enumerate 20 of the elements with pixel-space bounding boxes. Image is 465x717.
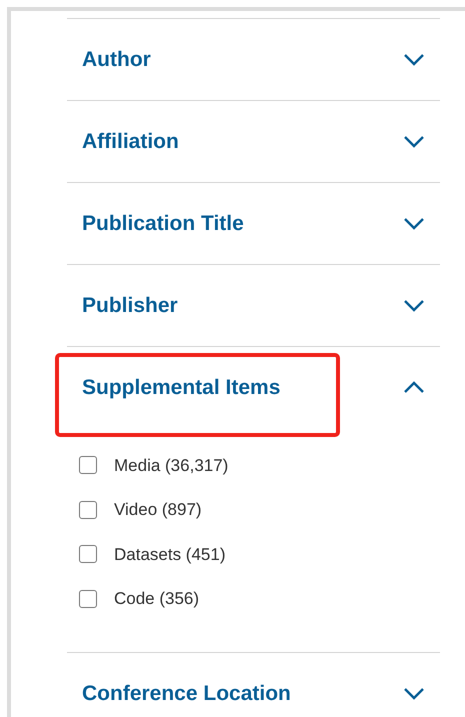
filter-heading[interactable]: Conference Location bbox=[82, 678, 291, 710]
option-label[interactable]: Media (36,317) bbox=[114, 452, 228, 478]
checkbox[interactable] bbox=[79, 545, 97, 564]
filter-heading[interactable]: Publication Title bbox=[82, 208, 244, 240]
filter-heading[interactable]: Author bbox=[82, 44, 151, 76]
chevron-down-icon[interactable] bbox=[403, 135, 425, 148]
checkbox[interactable] bbox=[79, 500, 97, 519]
filter-heading[interactable]: Supplemental Items bbox=[82, 372, 280, 404]
chevron-down-icon[interactable] bbox=[403, 299, 425, 312]
filter-heading[interactable]: Publisher bbox=[82, 290, 178, 322]
chevron-down-icon[interactable] bbox=[403, 687, 425, 700]
option-label[interactable]: Datasets (451) bbox=[114, 542, 226, 567]
filter-heading[interactable]: Affiliation bbox=[82, 126, 179, 158]
chevron-up-icon[interactable] bbox=[403, 381, 425, 394]
option-label[interactable]: Video (897) bbox=[114, 497, 202, 522]
option-label[interactable]: Code (356) bbox=[114, 586, 200, 612]
chevron-down-icon[interactable] bbox=[403, 53, 425, 66]
chevron-down-icon[interactable] bbox=[403, 217, 425, 230]
checkbox[interactable] bbox=[79, 456, 97, 474]
checkbox[interactable] bbox=[79, 590, 97, 608]
